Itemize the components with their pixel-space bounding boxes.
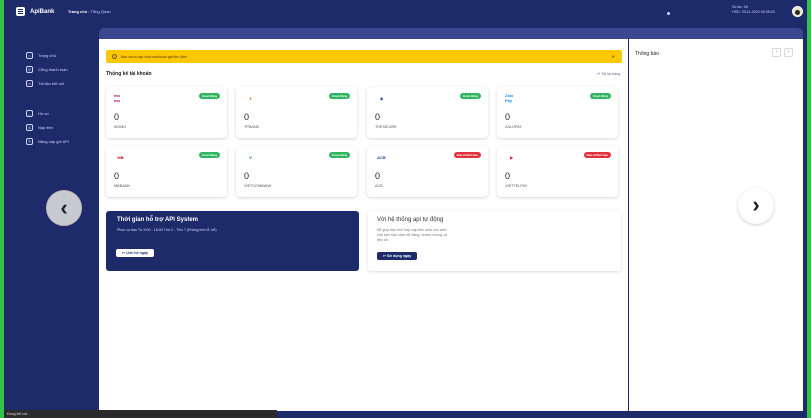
- sidebar-item-label: Cổng thanh toán: [38, 66, 68, 72]
- next-button[interactable]: ›: [784, 48, 793, 57]
- account-name: VIETTELPAY: [505, 184, 528, 188]
- api-desc: Sẽ giúp bạn tích hợp nạp tiền auto cho w…: [377, 228, 447, 242]
- account-count: 0: [375, 112, 381, 122]
- account-card[interactable]: ▼ Hoạt động 0 TPBANK: [236, 87, 357, 138]
- use-now-button[interactable]: ↩ Sử dụng ngay: [377, 252, 418, 260]
- account-name: ACB: [375, 184, 383, 188]
- sidebar-item-label: Tài liệu kết nối: [38, 80, 64, 86]
- bank-logo-icon: ▼: [248, 95, 253, 101]
- carousel-next-button[interactable]: ›: [738, 188, 774, 224]
- account-card[interactable]: V Hoạt động 0 VIETCOMBANK: [236, 146, 357, 197]
- account-count: 0: [114, 171, 120, 181]
- account-name: MOMO: [114, 125, 127, 129]
- refresh-label: Tải lại trang: [601, 72, 620, 76]
- notifications-panel: Thông báo ‹ ›: [629, 39, 803, 411]
- sidebar-item-label: Trang chủ: [38, 52, 56, 58]
- webhook-alert: ! Bạn chưa cập nhật webhook giá tiền địn…: [106, 50, 622, 63]
- home-icon: ⌂: [26, 51, 33, 59]
- bank-logo-icon: ▶: [509, 154, 514, 160]
- avatar[interactable]: [792, 6, 803, 17]
- account-count: 0: [505, 171, 511, 181]
- top-header: ApiBank Trang chủ › Tổng Quan Số dư: 0đ …: [4, 0, 807, 26]
- account-count: 0: [375, 171, 381, 181]
- upgrade-icon: ✎: [26, 137, 33, 145]
- api-title: Với hệ thống api tự động: [377, 217, 444, 223]
- breadcrumb-separator: ›: [88, 9, 90, 14]
- account-count: 0: [114, 112, 120, 122]
- contact-button[interactable]: ↩ Liên hệ ngay: [116, 249, 154, 257]
- notifications-title: Thông báo: [635, 51, 659, 57]
- status-badge: Bảo trì/Hết hạn: [583, 152, 611, 158]
- status-badge: Bảo trì/Hết hạn: [453, 152, 481, 158]
- prev-button[interactable]: ‹: [772, 48, 781, 57]
- status-badge: Hoạt động: [590, 93, 611, 99]
- account-name: VIETCOMBANK: [244, 184, 272, 188]
- account-name: ZALOPAY: [505, 125, 522, 129]
- carousel-prev-button[interactable]: ‹: [46, 190, 82, 226]
- breadcrumb-current: Tổng Quan: [90, 9, 111, 14]
- gateway-icon: ◎: [26, 65, 33, 73]
- account-card[interactable]: ▶ Bảo trì/Hết hạn 0 VIETTELPAY: [497, 146, 618, 197]
- status-badge: Hoạt động: [199, 93, 220, 99]
- sidebar-item-upgrade[interactable]: ✎ Nâng cấp gói API: [26, 134, 106, 148]
- sidebar-item-label: Hồ sơ: [38, 110, 49, 116]
- account-name: TPBANK: [244, 125, 260, 129]
- sidebar-item-home[interactable]: ⌂ Trang chủ: [26, 48, 106, 62]
- stats-title: Thống kê tài khoản: [106, 71, 152, 77]
- account-card[interactable]: ◆ Hoạt động 0 THESIEURE: [367, 87, 488, 138]
- status-badge: Hoạt động: [329, 93, 350, 99]
- brand[interactable]: ApiBank: [16, 7, 54, 16]
- alert-text: Bạn chưa cập nhật webhook giá tiền định: [121, 54, 188, 59]
- account-count: 0: [505, 112, 511, 122]
- bank-logo-icon: ACB: [377, 154, 386, 160]
- notification-dot[interactable]: [667, 12, 670, 15]
- subheader-bar: [99, 28, 803, 39]
- account-name: MBBANK: [114, 184, 131, 188]
- status-badge: Hoạt động: [199, 152, 220, 158]
- api-banner: Với hệ thống api tự động Sẽ giúp bạn tíc…: [368, 211, 621, 271]
- bank-logo-icon: MB: [117, 154, 124, 160]
- account-info: Số dư: 0đ HSD: 29-11-2022 09:35:03: [732, 5, 775, 15]
- support-banner: Thời gian hỗ trợ API System Phục vụ bạn …: [106, 211, 359, 271]
- sidebar-item-docs[interactable]: ∞ Tài liệu kết nối: [26, 76, 106, 90]
- user-icon: ◡: [26, 109, 33, 117]
- contact-label: Liên hệ ngay: [126, 251, 148, 255]
- account-name: THESIEURE: [375, 125, 397, 129]
- sidebar-item-deposit[interactable]: $ Nạp tiền: [26, 120, 106, 134]
- dollar-icon: $: [26, 123, 33, 131]
- account-count: 0: [244, 112, 250, 122]
- refresh-link[interactable]: ⟳ Tải lại trang: [597, 72, 620, 76]
- account-card[interactable]: ACB Bảo trì/Hết hạn 0 ACB: [367, 146, 488, 197]
- breadcrumb: Trang chủ › Tổng Quan: [68, 9, 111, 14]
- sidebar: ⌂ Trang chủ ◎ Cổng thanh toán ∞ Tài liệu…: [26, 48, 106, 148]
- notifications-pager: ‹ ›: [772, 48, 793, 57]
- support-desc: Phục vụ bạn Từ 9:00 - 18:00 Thứ 2 - Thứ …: [117, 228, 217, 232]
- main-panel: ! Bạn chưa cập nhật webhook giá tiền địn…: [99, 39, 628, 411]
- warning-icon: !: [112, 54, 117, 59]
- sidebar-item-gateway[interactable]: ◎ Cổng thanh toán: [26, 62, 106, 76]
- status-bar: Đang kết nối...: [4, 410, 277, 418]
- sidebar-item-label: Nâng cấp gói API: [38, 138, 69, 144]
- account-card[interactable]: MB Hoạt động 0 MBBANK: [106, 146, 227, 197]
- account-card[interactable]: Zalo Pay Hoạt động 0 ZALOPAY: [497, 87, 618, 138]
- status-badge: Hoạt động: [460, 93, 481, 99]
- sidebar-item-label: Nạp tiền: [38, 124, 53, 130]
- link-icon: ∞: [26, 79, 33, 87]
- sidebar-item-profile[interactable]: ◡ Hồ sơ: [26, 106, 106, 120]
- logo-icon: [16, 7, 25, 16]
- expiry-text: HSD: 29-11-2022 09:35:03: [732, 10, 775, 14]
- bank-logo-icon: ◆: [379, 95, 384, 101]
- account-count: 0: [244, 171, 250, 181]
- brand-name: ApiBank: [30, 8, 55, 15]
- support-title: Thời gian hỗ trợ API System: [117, 217, 198, 223]
- account-card[interactable]: mo mo Hoạt động 0 MOMO: [106, 87, 227, 138]
- bank-logo-icon: V: [249, 154, 252, 160]
- breadcrumb-home[interactable]: Trang chủ: [68, 9, 87, 14]
- use-now-label: Sử dụng ngay: [387, 254, 412, 258]
- bank-logo-icon: Zalo Pay: [505, 93, 514, 103]
- bank-logo-icon: mo mo: [114, 93, 120, 103]
- status-badge: Hoạt động: [329, 152, 350, 158]
- close-icon[interactable]: ✕: [612, 54, 615, 59]
